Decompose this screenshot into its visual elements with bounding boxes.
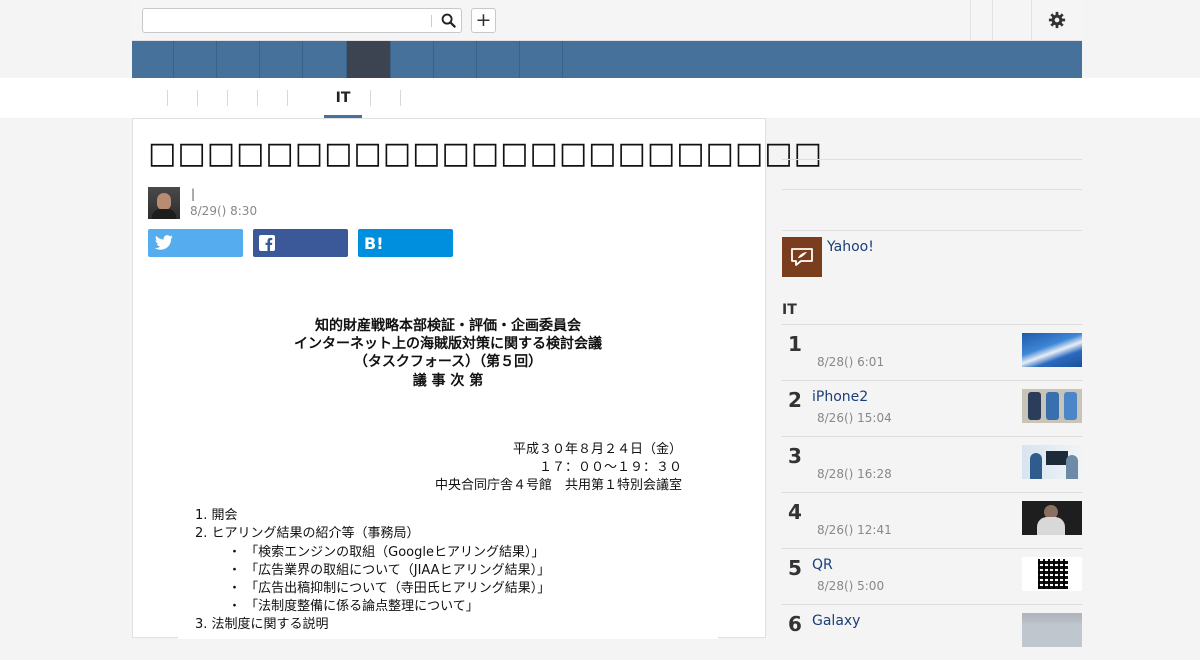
nav-item[interactable] (260, 41, 303, 78)
doc-agenda-subline: ・ 「検索エンジンの取組（Googleヒアリング結果）」 (228, 545, 545, 560)
ranking-thumbnail[interactable] (1022, 557, 1082, 591)
nav-item-active[interactable] (347, 41, 391, 78)
twitter-share-button[interactable] (148, 229, 243, 257)
ranking-heading: IT (782, 302, 797, 318)
sidebar-divider (782, 189, 1082, 190)
top-bar: + (132, 0, 1082, 41)
yahoo-label[interactable]: Yahoo! (827, 239, 874, 255)
subnav-item[interactable] (400, 90, 401, 106)
ranking-item[interactable]: 3 8/28() 16:28 (782, 436, 1082, 492)
ranking-thumbnail[interactable] (1022, 333, 1082, 367)
ranking-item[interactable]: 5 QR 8/28() 5:00 (782, 548, 1082, 604)
search-icon (441, 13, 456, 28)
doc-meta-line: 平成３０年８月２４日（金） (512, 442, 682, 457)
sidebar-divider (782, 230, 1082, 231)
article-title: □□□□□□□□□□□□□□□□□□□□□□□ (148, 136, 823, 171)
sidebar-divider (782, 159, 1082, 160)
ranking-date: 8/26() 15:04 (817, 411, 892, 425)
article-date: 8/29() 8:30 (190, 204, 258, 218)
nav-item[interactable] (477, 41, 520, 78)
plus-icon: + (475, 9, 492, 31)
article-panel: □□□□□□□□□□□□□□□□□□□□□□□ | 8/29() 8:30 B!… (132, 118, 822, 639)
ranking-item[interactable]: 4 8/26() 12:41 (782, 492, 1082, 548)
doc-heading-line: 議 事 次 第 (412, 373, 484, 389)
doc-agenda-subline: ・ 「広告業界の取組について（JIAAヒアリング結果）」 (228, 563, 551, 578)
ranking-number: 4 (788, 500, 802, 524)
top-menu-slot[interactable] (992, 0, 1031, 40)
doc-meta-line: １７：００〜１９：３０ (538, 460, 682, 475)
ranking-number: 1 (788, 332, 802, 356)
doc-agenda-line: 3. 法制度に関する説明 (195, 617, 329, 632)
ranking-date: 8/28() 16:28 (817, 467, 892, 481)
subnav-item-it[interactable]: IT (324, 78, 362, 118)
doc-agenda-line: 2. ヒアリング結果の紹介等（事務局） (195, 526, 420, 541)
ranking-number: 5 (788, 556, 802, 580)
doc-heading-line: （タスクフォース）（第５回） (353, 354, 543, 370)
nav-item[interactable] (132, 41, 174, 78)
subnav-item[interactable] (167, 90, 168, 106)
feather-pen-icon (782, 237, 822, 277)
top-menu-slot[interactable] (970, 0, 992, 40)
ranking-date: 8/28() 6:01 (817, 355, 885, 369)
ranking-item[interactable]: 6 Galaxy (782, 604, 1082, 660)
ranking-title[interactable]: Galaxy (812, 613, 860, 629)
ranking-number: 6 (788, 612, 802, 636)
search-input[interactable] (147, 11, 426, 32)
doc-heading-line: 知的財産戦略本部検証・評価・企画委員会 (315, 318, 581, 334)
facebook-icon (259, 235, 275, 251)
ranking-date: 8/26() 12:41 (817, 523, 892, 537)
nav-item[interactable] (303, 41, 347, 78)
nav-item[interactable] (217, 41, 260, 78)
ranking-thumbnail[interactable] (1022, 445, 1082, 479)
subnav-item[interactable] (227, 90, 228, 106)
doc-agenda-subline: ・ 「法制度整備に係る論点整理について」 (228, 599, 479, 614)
subnav-it-label: IT (335, 90, 351, 106)
twitter-icon (154, 235, 173, 250)
nav-item[interactable] (174, 41, 217, 78)
document-image: 知的財産戦略本部検証・評価・企画委員会 インターネット上の海賊版対策に関する検討… (178, 304, 718, 639)
category-subnav: IT (132, 78, 1082, 118)
ranking-item[interactable]: 2 iPhone2 8/26() 15:04 (782, 380, 1082, 436)
ranking-number: 3 (788, 444, 802, 468)
yahoo-author-link[interactable]: Yahoo! (782, 237, 1082, 282)
ranking-title[interactable]: iPhone2 (812, 389, 868, 405)
subnav-item[interactable] (197, 90, 198, 106)
doc-heading-line: インターネット上の海賊版対策に関する検討会議 (294, 336, 602, 352)
subnav-item[interactable] (287, 90, 288, 106)
top-right-menu (970, 0, 1082, 40)
search-button[interactable] (437, 11, 459, 30)
ranking-thumbnail[interactable] (1022, 501, 1082, 535)
doc-agenda-subline: ・ 「広告出稿抑制について（寺田氏ヒアリング結果）」 (228, 581, 551, 596)
nav-item[interactable] (391, 41, 434, 78)
hatena-bookmark-button[interactable]: B! (358, 229, 453, 257)
search-box (142, 8, 462, 33)
subnav-item[interactable] (257, 90, 258, 106)
ranking-title[interactable]: QR (812, 557, 833, 573)
subnav-item[interactable] (370, 90, 371, 106)
ranking-thumbnail[interactable] (1022, 389, 1082, 423)
facebook-share-button[interactable] (253, 229, 348, 257)
sidebar: Yahoo! IT 1 8/28() 6:01 2 iPhone2 8/26()… (782, 118, 1082, 647)
ranking-number: 2 (788, 388, 802, 412)
author-separator: | (191, 187, 196, 201)
doc-meta-line: 中央合同庁舎４号館 共用第１特別会議室 (434, 478, 682, 493)
nav-item[interactable] (520, 41, 563, 78)
add-button[interactable]: + (471, 8, 496, 33)
main-nav (132, 41, 1082, 78)
ranking-date: 8/28() 5:00 (817, 579, 885, 593)
ranking-thumbnail[interactable] (1022, 613, 1082, 647)
hatena-label: B! (364, 233, 384, 253)
doc-agenda-line: 1. 開会 (195, 508, 238, 523)
ranking-item[interactable]: 1 8/28() 6:01 (782, 324, 1082, 380)
author-avatar[interactable] (148, 187, 180, 219)
gear-icon (1048, 11, 1066, 29)
nav-item[interactable] (434, 41, 477, 78)
search-divider (431, 15, 432, 27)
settings-button[interactable] (1031, 0, 1082, 40)
